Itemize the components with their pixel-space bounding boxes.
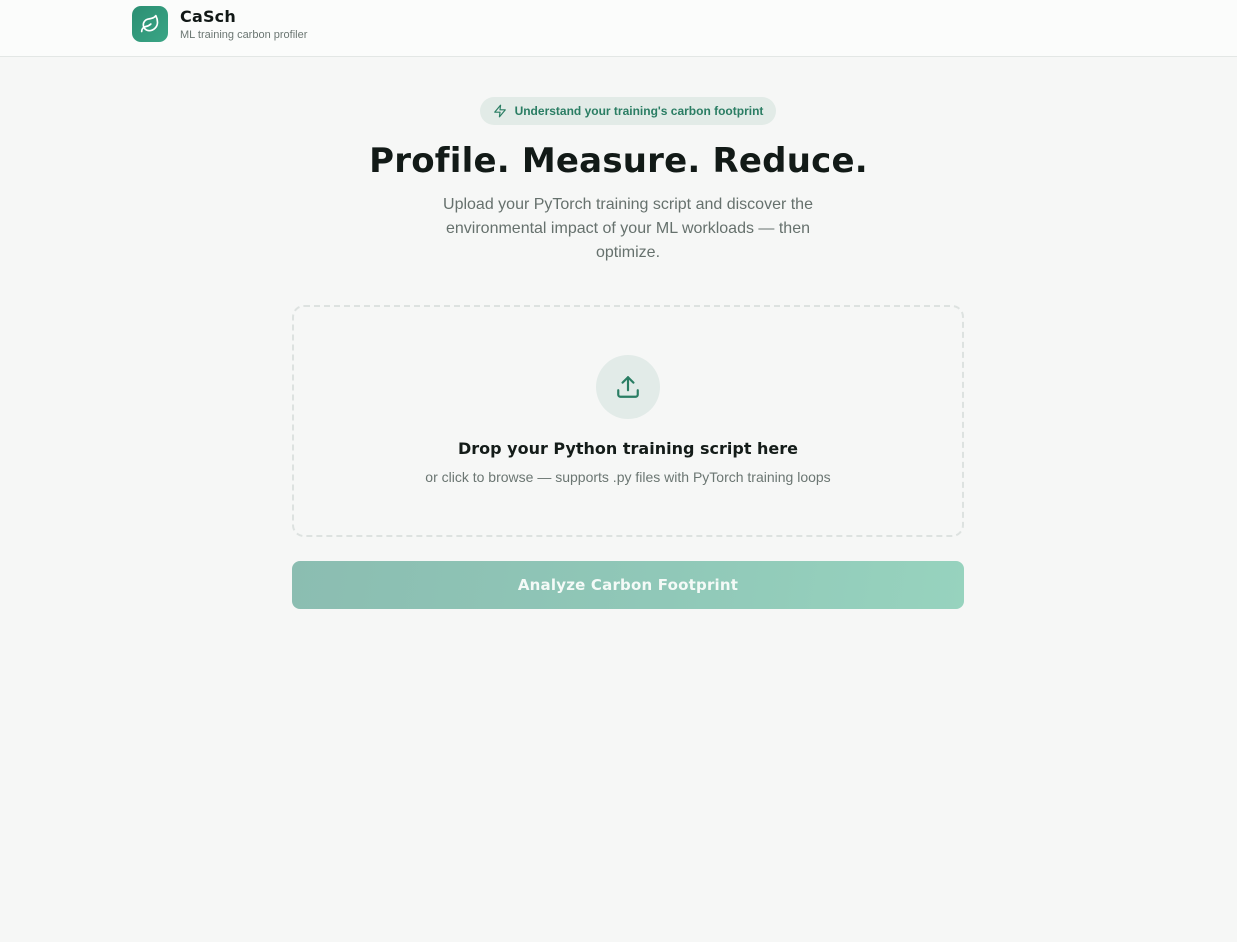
lightning-icon: [493, 104, 506, 118]
file-dropzone[interactable]: Drop your Python training script here or…: [292, 305, 964, 537]
analyze-button[interactable]: Analyze Carbon Footprint: [292, 561, 964, 609]
brand[interactable]: CaSch ML training carbon profiler: [132, 6, 307, 42]
app-name: CaSch: [180, 6, 236, 26]
page-title: Profile. Measure. Reduce.: [369, 141, 868, 181]
hero-badge-text: Understand your training's carbon footpr…: [514, 104, 764, 118]
upload-icon: [617, 376, 639, 398]
dropzone-title: Drop your Python training script here: [457, 439, 799, 458]
brand-text: CaSch ML training carbon profiler: [180, 8, 307, 41]
page-subtitle: Upload your PyTorch training script and …: [443, 196, 813, 261]
leaf-icon: [132, 6, 168, 42]
app-tagline: ML training carbon profiler: [180, 28, 308, 41]
hero-badge: Understand your training's carbon footpr…: [480, 97, 776, 125]
upload-icon-container: [596, 355, 660, 419]
app-header: CaSch ML training carbon profiler: [0, 0, 1237, 57]
dropzone-hint: or click to browse — supports .py files …: [425, 469, 831, 485]
